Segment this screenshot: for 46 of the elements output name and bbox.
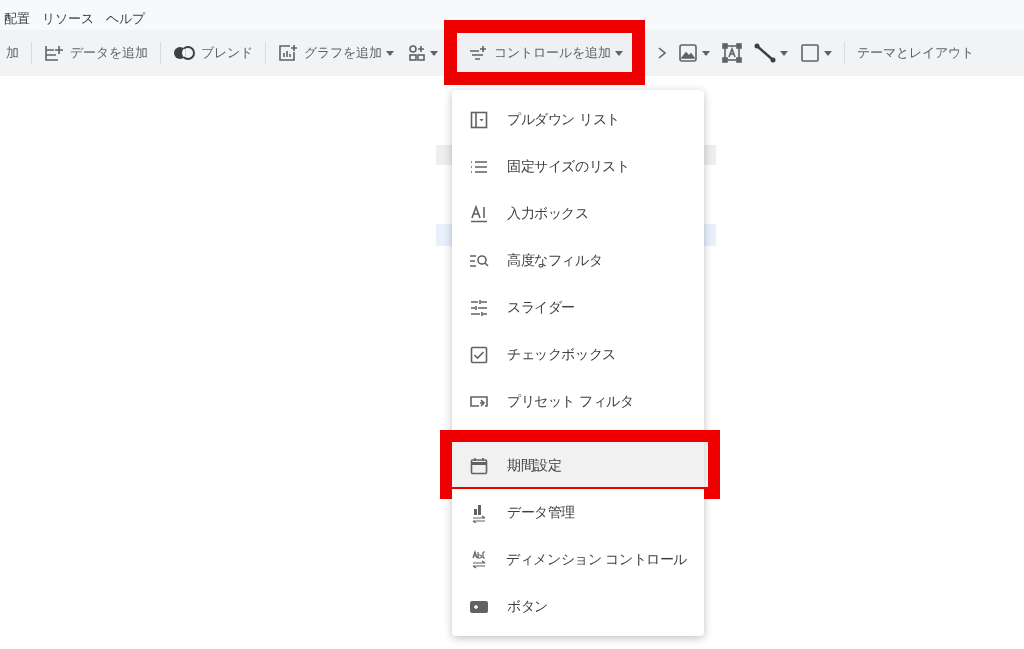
toolbar-button[interactable]: データを追加 [40, 35, 152, 71]
toolbar-button[interactable]: グラフを追加 [274, 35, 398, 71]
caret-icon [780, 50, 788, 56]
menu-bar-item[interactable]: リソース [41, 8, 95, 30]
data-control-icon [471, 502, 487, 523]
text-box-icon [722, 43, 742, 63]
blend-icon [173, 46, 195, 60]
calendar-icon [470, 456, 488, 475]
toolbar-button[interactable]: ブレンド [169, 35, 257, 71]
search-filter-icon [469, 253, 489, 268]
table-add-icon [44, 44, 64, 62]
menu-item[interactable]: スライダー [452, 284, 704, 331]
menu-item[interactable]: プリセット フィルタ [452, 378, 704, 425]
caret-icon [824, 50, 832, 56]
line-icon [754, 43, 776, 63]
caret-icon [615, 50, 623, 56]
dropdown-icon [470, 110, 488, 129]
button-icon [469, 599, 489, 614]
menu-item[interactable]: チェックボックス [452, 331, 704, 378]
list-icon [470, 159, 488, 174]
caret-icon [386, 50, 394, 56]
menu-item[interactable]: データ管理 [452, 489, 704, 536]
text-input-icon [470, 204, 488, 223]
menu-item[interactable]: 期間設定 [452, 442, 704, 489]
menu-item[interactable]: 入力ボックス [452, 190, 704, 237]
rectangle-icon [800, 43, 820, 63]
menu-bar-item[interactable]: ヘルプ [105, 8, 146, 30]
preset-filter-icon [469, 394, 489, 409]
chart-add-icon [278, 44, 298, 62]
menu-item[interactable]: ディメンション コントロール [452, 536, 704, 583]
toolbar-button[interactable]: テーマとレイアウト [853, 35, 978, 71]
caret-icon [430, 50, 438, 56]
image-icon [678, 43, 698, 63]
menu-item[interactable]: 固定サイズのリスト [452, 143, 704, 190]
code-icon [656, 46, 668, 60]
menu-bar-item[interactable]: 配置 [3, 8, 31, 30]
caret-icon [702, 50, 710, 56]
dimension-control-icon [470, 549, 487, 570]
filter-add-icon [468, 45, 488, 61]
shapes-icon [408, 44, 426, 62]
menu-item[interactable]: プルダウン リスト [452, 96, 704, 143]
slider-icon [470, 298, 488, 317]
menu-item[interactable]: ボタン [452, 583, 704, 630]
toolbar-button[interactable]: 加 [2, 35, 23, 71]
checkbox-icon [470, 345, 488, 364]
menu-item[interactable]: 高度なフィルタ [452, 237, 704, 284]
